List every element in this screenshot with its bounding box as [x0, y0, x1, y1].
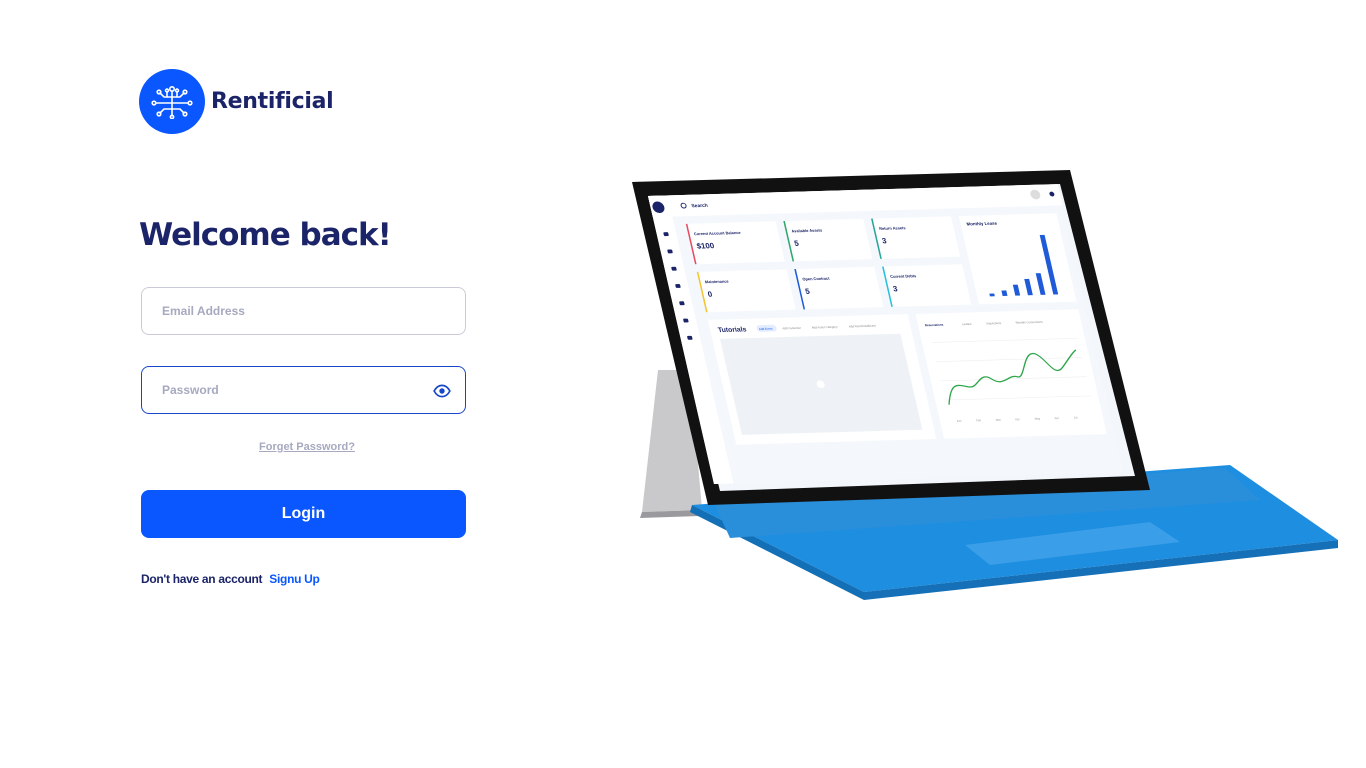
reservation-tab-2: Leases [962, 322, 973, 326]
card-4-label: Maintenance [704, 279, 729, 285]
tutorials-title: Tutorials [717, 326, 747, 334]
card-3-label: Return Assets [879, 225, 907, 231]
forgot-password-link[interactable]: Forget Password? [259, 441, 355, 453]
brand: Rentificial [139, 69, 334, 134]
page-title: Welcome back! [139, 217, 392, 253]
summary-card-3: Return Assets 3 [871, 216, 961, 259]
card-5-label: Open Contract [802, 276, 831, 282]
month-label-3: Mar [995, 418, 1001, 422]
card-2-label: Available Assets [791, 228, 824, 234]
tutorial-tab-1: Add Event [759, 327, 774, 331]
reservation-tab-4: Rentals Conversions [1015, 320, 1043, 325]
monthly-lease-title: Monthly Lease [966, 221, 998, 227]
summary-card-4: Maintenance 0 [696, 269, 796, 313]
circuit-tree-icon [139, 69, 205, 134]
month-label-4: Apr [1015, 417, 1020, 421]
email-field-wrapper [141, 287, 466, 335]
card-1-value: $100 [696, 241, 716, 250]
summary-card-6: Current Debts 3 [882, 264, 972, 307]
reservations-panel: Reservations Leases Inspections Rentals … [915, 309, 1107, 439]
reservation-tab-3: Inspections [986, 321, 1002, 325]
tutorial-tab-3: Add Asset Category [811, 325, 838, 330]
password-field[interactable] [142, 367, 465, 413]
email-field[interactable] [142, 288, 465, 334]
summary-card-5: Open Contract 5 [794, 266, 884, 310]
reservation-tab-1: Reservations [924, 323, 944, 327]
signup-link[interactable]: Signu Up [269, 572, 320, 586]
login-button[interactable]: Login [141, 490, 466, 538]
brand-name: Rentificial [211, 89, 334, 114]
eye-icon[interactable] [433, 382, 451, 400]
password-field-wrapper [141, 366, 466, 414]
signup-prompt: Don't have an account [141, 572, 263, 586]
summary-card-2: Available Assets 5 [783, 218, 873, 262]
lease-bar-1 [989, 293, 995, 297]
illustration-search-placeholder: Search [691, 203, 709, 209]
tutorial-tab-4: Add Rent/Installment [848, 324, 876, 329]
signup-row: Don't have an account Signu Up [141, 572, 320, 586]
summary-card-1: Current Account Balance $100 [685, 221, 785, 265]
monthly-lease-panel: Monthly Lease [958, 213, 1077, 305]
tutorial-tab-2: Add Customer [782, 326, 802, 330]
card-6-label: Current Debts [890, 273, 918, 279]
tutorials-panel: Tutorials Add Event Add Customer Add Ass… [707, 314, 937, 445]
laptop-illustration: Search Current Account Balance $100 Avai… [632, 170, 1338, 600]
